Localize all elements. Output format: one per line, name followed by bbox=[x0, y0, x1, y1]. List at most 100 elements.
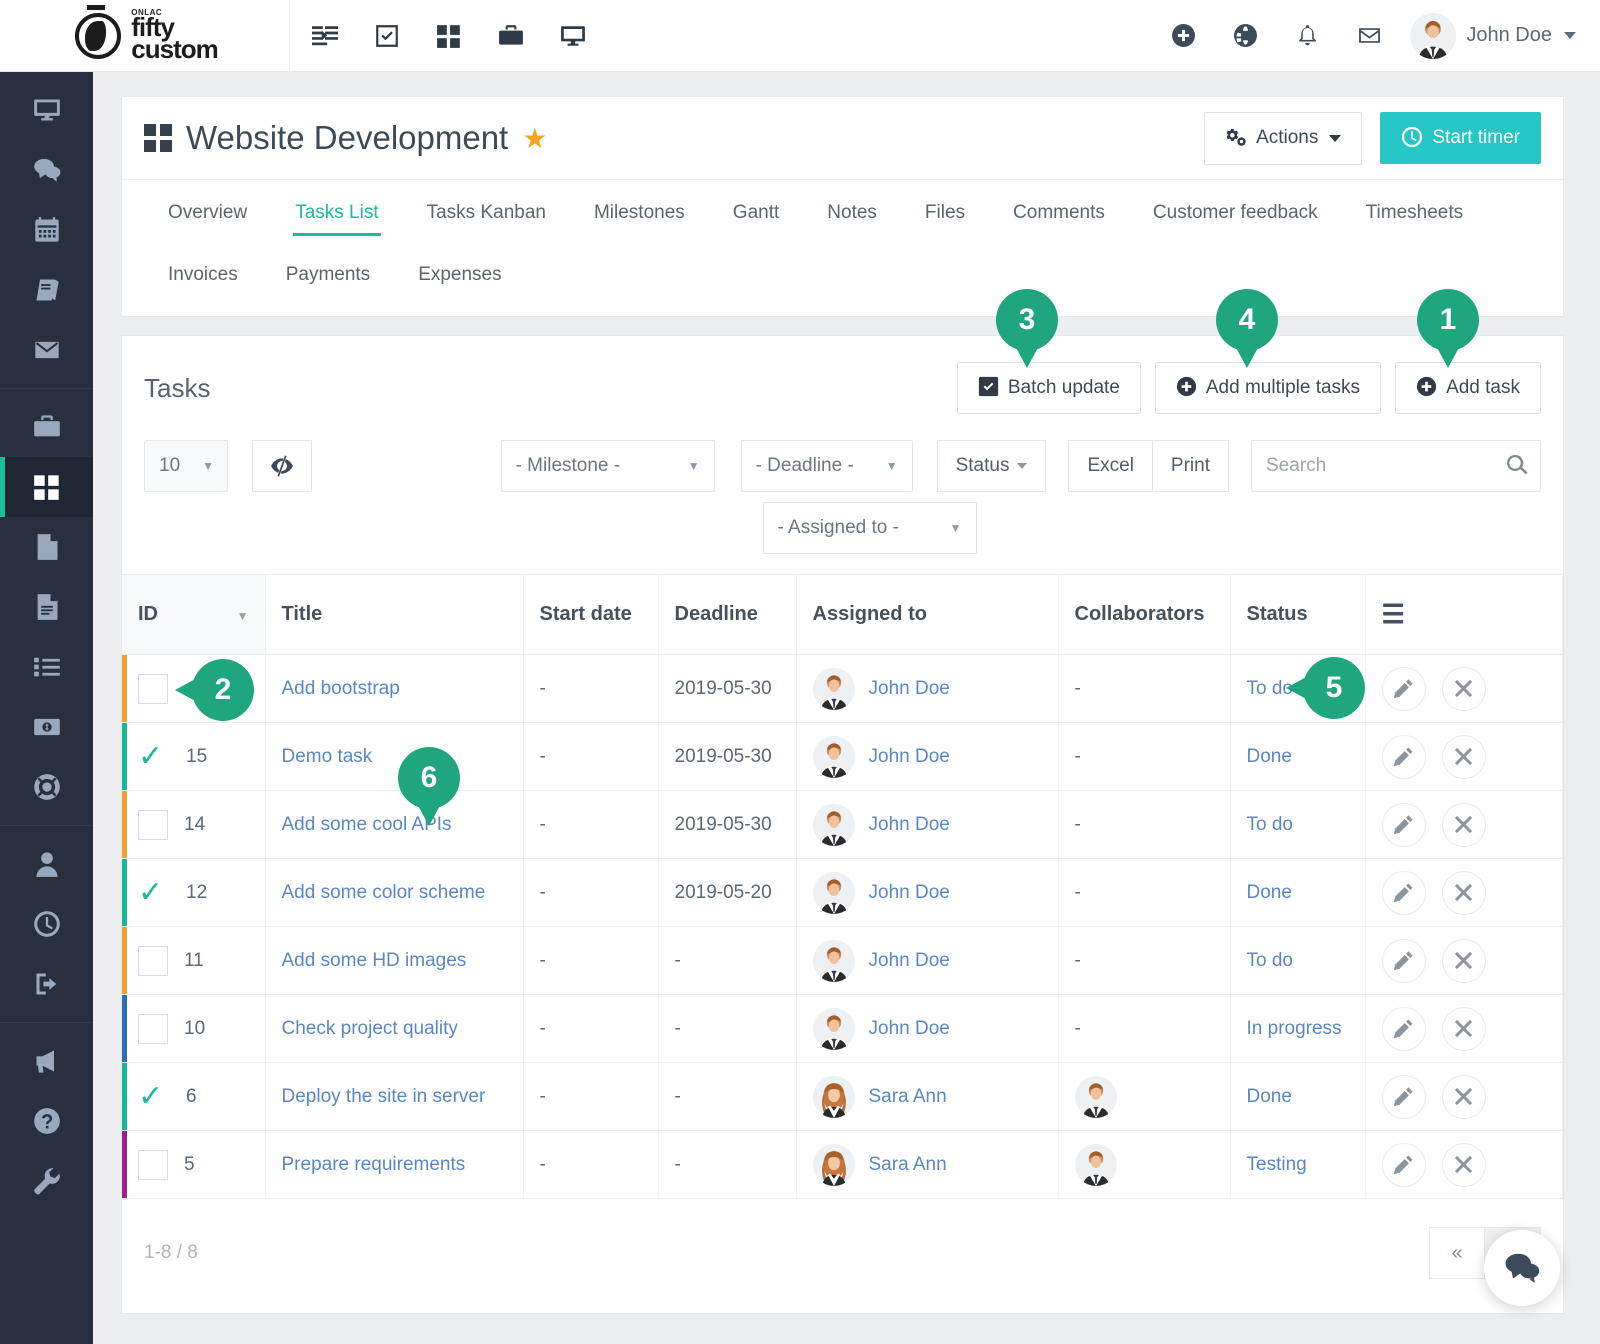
edit-task-button[interactable] bbox=[1382, 871, 1426, 915]
edit-task-button[interactable] bbox=[1382, 667, 1426, 711]
bell-icon[interactable] bbox=[1276, 0, 1338, 72]
assignee-name[interactable]: Sara Ann bbox=[869, 1086, 947, 1108]
assignee-name[interactable]: Sara Ann bbox=[869, 1154, 947, 1176]
column-header-actions[interactable]: ☰ bbox=[1365, 575, 1563, 655]
column-header-deadline[interactable]: Deadline bbox=[658, 575, 796, 655]
column-header-title[interactable]: Title bbox=[265, 575, 523, 655]
envelope-icon[interactable] bbox=[1338, 0, 1400, 72]
delete-task-button[interactable] bbox=[1442, 1075, 1486, 1119]
column-header-status[interactable]: Status bbox=[1230, 575, 1365, 655]
tab-customer-feedback[interactable]: Customer feedback bbox=[1129, 180, 1342, 242]
sidebar-item-clients[interactable] bbox=[0, 397, 93, 457]
status-value[interactable]: To do bbox=[1247, 814, 1293, 835]
edit-task-button[interactable] bbox=[1382, 1143, 1426, 1187]
sidebar-item-settings[interactable] bbox=[0, 1151, 93, 1211]
status-value[interactable]: Done bbox=[1247, 746, 1292, 767]
task-title-link[interactable]: Check project quality bbox=[282, 1018, 458, 1039]
sidebar-item-tickets[interactable] bbox=[0, 757, 93, 817]
sidebar-item-estimates[interactable] bbox=[0, 577, 93, 637]
row-checkbox[interactable] bbox=[138, 810, 168, 840]
milestone-filter-select[interactable]: - Milestone - ▼ bbox=[501, 440, 715, 492]
row-checkbox[interactable] bbox=[138, 946, 168, 976]
tab-comments[interactable]: Comments bbox=[989, 180, 1129, 242]
delete-task-button[interactable] bbox=[1442, 1007, 1486, 1051]
status-filter-dropdown[interactable]: Status bbox=[937, 440, 1047, 492]
status-value[interactable]: To do bbox=[1247, 950, 1293, 971]
globe-icon[interactable] bbox=[1214, 0, 1276, 72]
row-checkbox-checked[interactable]: ✓ bbox=[138, 878, 170, 908]
row-checkbox-checked[interactable]: ✓ bbox=[138, 1082, 170, 1112]
row-checkbox[interactable] bbox=[138, 674, 168, 704]
tab-tasks-kanban[interactable]: Tasks Kanban bbox=[403, 180, 570, 242]
tab-milestones[interactable]: Milestones bbox=[570, 180, 709, 242]
excel-export-button[interactable]: Excel bbox=[1068, 440, 1152, 492]
delete-task-button[interactable] bbox=[1442, 803, 1486, 847]
edit-task-button[interactable] bbox=[1382, 735, 1426, 779]
user-menu[interactable]: John Doe bbox=[1400, 13, 1576, 59]
tab-expenses[interactable]: Expenses bbox=[394, 242, 525, 304]
sidebar-item-invoices[interactable] bbox=[0, 517, 93, 577]
column-header-collaborators[interactable]: Collaborators bbox=[1058, 575, 1230, 655]
sidebar-item-payments[interactable] bbox=[0, 697, 93, 757]
task-title-link[interactable]: Add bootstrap bbox=[282, 678, 400, 699]
status-value[interactable]: Done bbox=[1247, 882, 1292, 903]
sidebar-item-messages[interactable] bbox=[0, 140, 93, 200]
tab-timesheets[interactable]: Timesheets bbox=[1342, 180, 1488, 242]
check-square-icon[interactable] bbox=[356, 0, 418, 72]
favorite-star-icon[interactable]: ★ bbox=[522, 122, 547, 155]
actions-button[interactable]: Actions bbox=[1204, 112, 1362, 165]
row-checkbox[interactable] bbox=[138, 1014, 168, 1044]
tab-notes[interactable]: Notes bbox=[803, 180, 901, 242]
tab-invoices[interactable]: Invoices bbox=[144, 242, 262, 304]
column-header-id[interactable]: ID ▼ bbox=[122, 575, 265, 655]
assignee-name[interactable]: John Doe bbox=[869, 950, 950, 972]
task-title-link[interactable]: Add some color scheme bbox=[282, 882, 486, 903]
sidebar-item-announcements[interactable] bbox=[0, 1031, 93, 1091]
brand-logo[interactable]: ONLAC fifty custom bbox=[0, 0, 290, 72]
assignee-name[interactable]: John Doe bbox=[869, 678, 950, 700]
tab-gantt[interactable]: Gantt bbox=[709, 180, 803, 242]
assignee-name[interactable]: John Doe bbox=[869, 882, 950, 904]
plus-circle-icon[interactable] bbox=[1152, 0, 1214, 72]
sidebar-item-dashboard[interactable] bbox=[0, 80, 93, 140]
sidebar-item-notes[interactable] bbox=[0, 260, 93, 320]
search-icon[interactable] bbox=[1505, 453, 1529, 482]
sidebar-item-projects[interactable] bbox=[0, 457, 93, 517]
delete-task-button[interactable] bbox=[1442, 735, 1486, 779]
deadline-filter-select[interactable]: - Deadline - ▼ bbox=[741, 440, 913, 492]
assigned-to-filter-select[interactable]: - Assigned to - ▼ bbox=[763, 502, 977, 554]
tab-payments[interactable]: Payments bbox=[262, 242, 394, 304]
search-input[interactable] bbox=[1251, 440, 1541, 492]
tab-overview[interactable]: Overview bbox=[144, 180, 271, 242]
assignee-name[interactable]: John Doe bbox=[869, 746, 950, 768]
assignee-name[interactable]: John Doe bbox=[869, 1018, 950, 1040]
assignee-name[interactable]: John Doe bbox=[869, 814, 950, 836]
delete-task-button[interactable] bbox=[1442, 939, 1486, 983]
tab-tasks-list[interactable]: Tasks List bbox=[271, 180, 402, 242]
sidebar-item-items[interactable] bbox=[0, 637, 93, 697]
delete-task-button[interactable] bbox=[1442, 667, 1486, 711]
edit-task-button[interactable] bbox=[1382, 939, 1426, 983]
edit-task-button[interactable] bbox=[1382, 1007, 1426, 1051]
status-value[interactable]: In progress bbox=[1247, 1018, 1342, 1039]
task-title-link[interactable]: Prepare requirements bbox=[282, 1154, 466, 1175]
add-task-button[interactable]: Add task bbox=[1395, 362, 1541, 414]
chat-fab-button[interactable] bbox=[1484, 1230, 1560, 1306]
sidebar-item-attendance[interactable] bbox=[0, 894, 93, 954]
sidebar-item-events[interactable] bbox=[0, 200, 93, 260]
delete-task-button[interactable] bbox=[1442, 1143, 1486, 1187]
row-checkbox-checked[interactable]: ✓ bbox=[138, 742, 170, 772]
print-button[interactable]: Print bbox=[1153, 440, 1229, 492]
row-checkbox[interactable] bbox=[138, 1150, 168, 1180]
tab-files[interactable]: Files bbox=[901, 180, 989, 242]
task-title-link[interactable]: Add some HD images bbox=[282, 950, 467, 971]
column-header-assigned-to[interactable]: Assigned to bbox=[796, 575, 1058, 655]
sidebar-item-team[interactable] bbox=[0, 834, 93, 894]
grid-icon[interactable] bbox=[418, 0, 480, 72]
status-value[interactable]: Testing bbox=[1247, 1154, 1307, 1175]
task-title-link[interactable]: Deploy the site in server bbox=[282, 1086, 486, 1107]
indent-list-icon[interactable] bbox=[294, 0, 356, 72]
status-value[interactable]: Done bbox=[1247, 1086, 1292, 1107]
column-header-start-date[interactable]: Start date bbox=[523, 575, 658, 655]
page-size-select[interactable]: 10 ▼ bbox=[144, 440, 228, 492]
